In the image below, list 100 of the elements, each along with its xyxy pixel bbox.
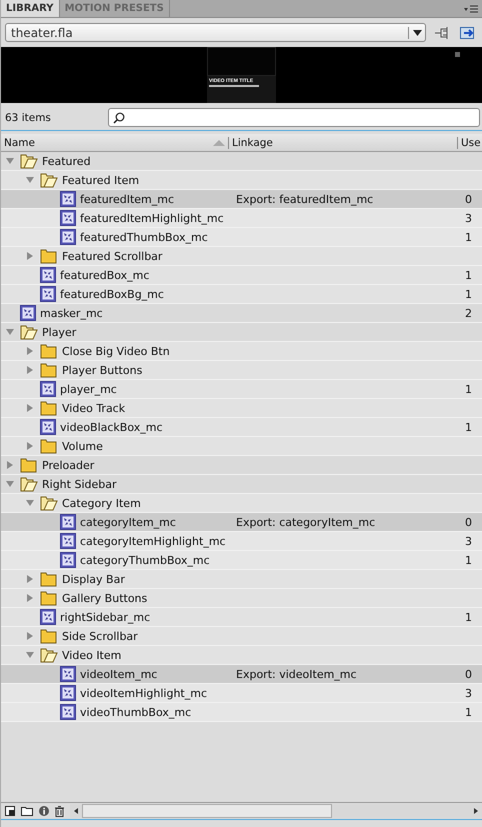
collapsed-arrow-icon[interactable] xyxy=(26,366,34,374)
expanded-arrow-icon[interactable] xyxy=(26,499,34,507)
expanded-arrow-icon[interactable] xyxy=(6,157,14,165)
library-item-row[interactable]: categoryItemHighlight_mc 3 xyxy=(1,532,482,551)
library-item-row[interactable]: videoThumbBox_mc 1 xyxy=(1,703,482,722)
library-item-row[interactable]: Video Track xyxy=(1,399,482,418)
use-count: 0 xyxy=(465,668,472,680)
library-item-row[interactable]: categoryThumbBox_mc 1 xyxy=(1,551,482,570)
movie-clip-symbol-icon xyxy=(20,305,36,321)
open-folder-icon xyxy=(20,153,38,169)
library-item-row[interactable]: featuredItem_mc Export: featuredItem_mc 0 xyxy=(1,190,482,209)
movie-clip-symbol-icon xyxy=(40,286,56,302)
item-name: Featured Item xyxy=(62,174,140,186)
expanded-arrow-icon[interactable] xyxy=(6,328,14,336)
linkage-text: Export: featuredItem_mc xyxy=(236,192,374,206)
preview-caption-line xyxy=(209,85,259,87)
column-header[interactable]: Use xyxy=(461,136,481,148)
library-item-row[interactable]: Video Item xyxy=(1,646,482,665)
library-item-row[interactable]: Volume xyxy=(1,437,482,456)
item-name: Player xyxy=(42,326,76,338)
collapsed-arrow-icon[interactable] xyxy=(26,404,34,412)
library-item-row[interactable]: videoItemHighlight_mc 3 xyxy=(1,684,482,703)
collapsed-arrow-icon[interactable] xyxy=(6,461,14,469)
item-name: categoryItem_mc xyxy=(80,516,176,528)
library-item-row[interactable]: Player Buttons xyxy=(1,361,482,380)
item-name: featuredBox_mc xyxy=(60,268,150,282)
use-count: 1 xyxy=(465,288,472,300)
item-name: videoThumbBox_mc xyxy=(80,706,192,718)
library-item-row[interactable]: Close Big Video Btn xyxy=(1,342,482,361)
item-name: Side Scrollbar xyxy=(62,630,138,642)
item-name: Featured Scrollbar xyxy=(62,250,162,262)
new-library-panel-icon[interactable] xyxy=(460,26,476,40)
library-item-row[interactable]: videoItem_mc Export: videoItem_mc 0 xyxy=(1,665,482,684)
movie-clip-symbol-icon xyxy=(60,704,76,720)
library-item-row[interactable]: Preloader xyxy=(1,456,482,475)
library-item-row[interactable]: rightSidebar_mc 1 xyxy=(1,608,482,627)
use-count: 1 xyxy=(465,230,472,244)
use-count: 0 xyxy=(465,516,472,528)
info-icon[interactable] xyxy=(39,806,49,816)
library-item-row[interactable]: featuredBox_mc 1 xyxy=(1,266,482,285)
expanded-arrow-icon[interactable] xyxy=(26,176,34,184)
collapsed-arrow-icon[interactable] xyxy=(26,442,34,450)
movie-clip-symbol-icon xyxy=(40,419,56,435)
collapsed-arrow-icon[interactable] xyxy=(26,575,34,583)
use-count: 3 xyxy=(465,534,472,548)
item-name: Player Buttons xyxy=(62,364,142,376)
library-item-row[interactable]: Player xyxy=(1,323,482,342)
panel-tab[interactable]: LIBRARY xyxy=(1,0,60,17)
item-name: Preloader xyxy=(42,458,94,472)
item-name: Featured xyxy=(42,154,91,168)
new-symbol-icon[interactable] xyxy=(5,806,15,816)
expanded-arrow-icon[interactable] xyxy=(6,480,14,488)
item-name: Display Bar xyxy=(62,572,125,586)
document-dropdown[interactable]: theater.fla xyxy=(5,23,426,42)
movie-clip-symbol-icon xyxy=(60,685,76,701)
item-name: featuredBoxBg_mc xyxy=(60,288,164,300)
use-count: 3 xyxy=(465,212,472,224)
item-name: Video Item xyxy=(62,648,122,662)
column-header[interactable]: Linkage xyxy=(232,136,273,148)
movie-clip-symbol-icon xyxy=(60,666,76,682)
item-name: Right Sidebar xyxy=(42,478,116,490)
library-item-row[interactable]: featuredBoxBg_mc 1 xyxy=(1,285,482,304)
library-item-row[interactable]: categoryItem_mc Export: categoryItem_mc 0 xyxy=(1,513,482,532)
library-item-row[interactable]: masker_mc 2 xyxy=(1,304,482,323)
library-item-row[interactable]: Featured xyxy=(1,152,482,171)
library-item-row[interactable]: featuredThumbBox_mc 1 xyxy=(1,228,482,247)
horizontal-scrollbar[interactable] xyxy=(70,804,482,818)
library-item-row[interactable]: Right Sidebar xyxy=(1,475,482,494)
collapsed-arrow-icon[interactable] xyxy=(26,252,34,260)
item-name: rightSidebar_mc xyxy=(60,610,150,624)
item-name: featuredItemHighlight_mc xyxy=(80,212,224,224)
collapsed-arrow-icon[interactable] xyxy=(26,594,34,602)
item-name: Video Track xyxy=(62,402,126,414)
use-count: 1 xyxy=(465,706,472,718)
scrollbar-thumb[interactable] xyxy=(82,804,332,818)
library-item-row[interactable]: Featured Item xyxy=(1,171,482,190)
sort-ascending-icon[interactable] xyxy=(213,140,225,146)
collapsed-arrow-icon[interactable] xyxy=(26,347,34,355)
library-item-row[interactable]: featuredItemHighlight_mc 3 xyxy=(1,209,482,228)
trash-icon[interactable] xyxy=(55,806,64,816)
panel-menu-icon[interactable] xyxy=(464,4,478,12)
open-folder-icon xyxy=(40,647,58,663)
library-item-row[interactable]: Category Item xyxy=(1,494,482,513)
new-folder-icon[interactable] xyxy=(21,806,33,816)
item-name: featuredItem_mc xyxy=(80,192,174,206)
item-name: masker_mc xyxy=(40,306,103,320)
library-item-row[interactable]: Gallery Buttons xyxy=(1,589,482,608)
search-field[interactable] xyxy=(108,108,480,127)
item-name: videoItemHighlight_mc xyxy=(80,686,208,700)
item-name: Gallery Buttons xyxy=(62,592,148,604)
collapsed-arrow-icon[interactable] xyxy=(26,632,34,640)
library-item-row[interactable]: Featured Scrollbar xyxy=(1,247,482,266)
library-item-row[interactable]: Display Bar xyxy=(1,570,482,589)
library-item-row[interactable]: videoBlackBox_mc 1 xyxy=(1,418,482,437)
library-item-row[interactable]: player_mc 1 xyxy=(1,380,482,399)
column-header[interactable]: Name xyxy=(4,136,35,148)
expanded-arrow-icon[interactable] xyxy=(26,651,34,659)
movie-clip-symbol-icon xyxy=(60,191,76,207)
use-count: 1 xyxy=(465,420,472,434)
library-item-row[interactable]: Side Scrollbar xyxy=(1,627,482,646)
